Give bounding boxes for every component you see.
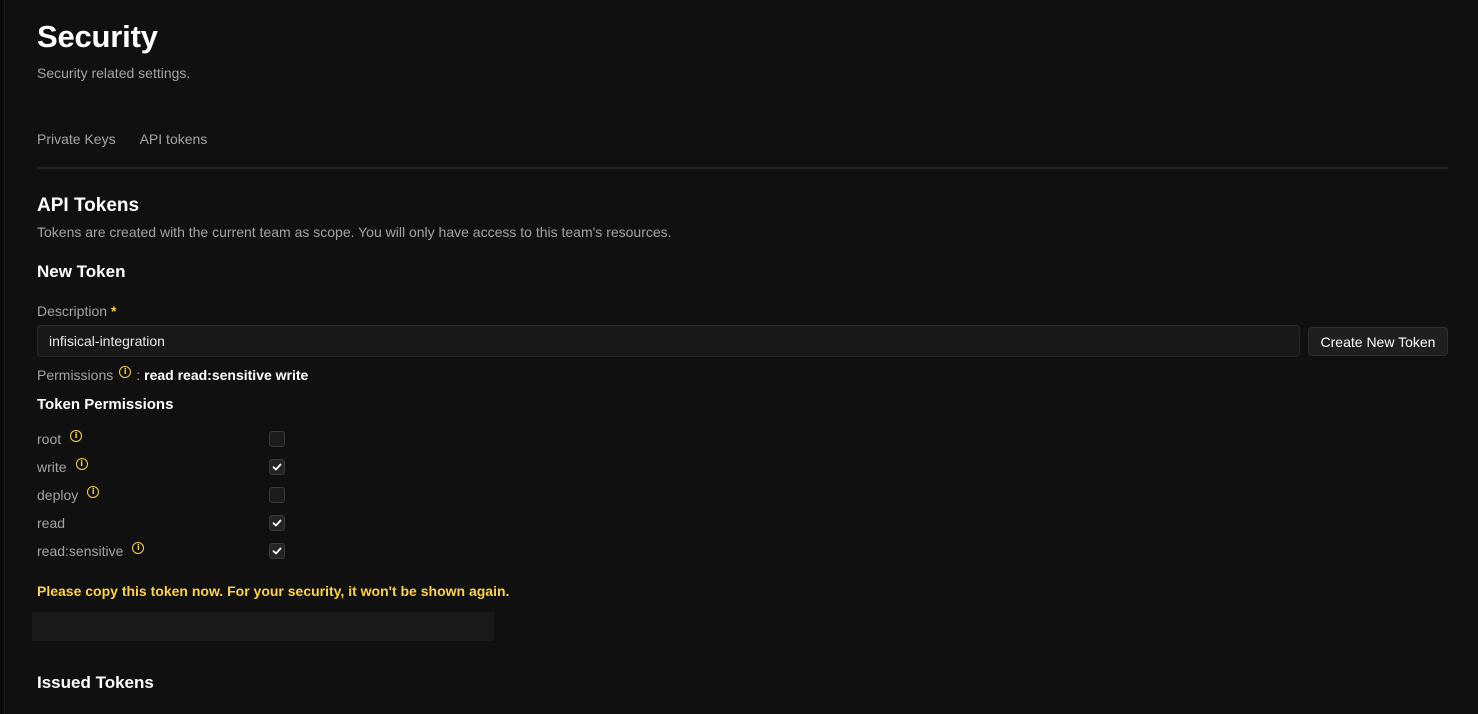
permission-row: root i: [37, 428, 297, 456]
copy-token-warning: Please copy this token now. For your sec…: [37, 583, 510, 599]
page-title: Security: [37, 19, 158, 54]
new-token-heading: New Token: [37, 262, 126, 281]
info-icon[interactable]: i: [132, 542, 145, 554]
permission-checkbox[interactable]: [269, 431, 285, 447]
permission-checkbox[interactable]: [269, 459, 285, 475]
permissions-info-icon[interactable]: i: [119, 366, 132, 378]
issued-tokens-heading: Issued Tokens: [37, 673, 154, 692]
permissions-label: Permissions: [37, 367, 114, 383]
permission-label: read:sensitive i: [37, 542, 145, 559]
left-panel-edge: [0, 0, 5, 714]
token-permissions-heading: Token Permissions: [37, 396, 174, 413]
tab-api-tokens[interactable]: API tokens: [140, 131, 208, 147]
permission-row: write i: [37, 456, 297, 484]
permission-checkbox[interactable]: [269, 515, 285, 531]
tab-private-keys[interactable]: Private Keys: [37, 131, 116, 147]
create-new-token-button[interactable]: Create New Token: [1308, 327, 1448, 356]
permission-label: read: [37, 515, 65, 531]
checkmark-icon: [272, 463, 282, 471]
info-icon[interactable]: i: [70, 430, 83, 442]
permission-row: read: [37, 512, 297, 540]
token-permissions-list: root i write i deploy i read read:sensitive i: [37, 428, 297, 568]
permission-label: root i: [37, 430, 83, 447]
api-tokens-heading: API Tokens: [37, 195, 140, 216]
permissions-value: read read:sensitive write: [144, 367, 309, 383]
tabs-bar: Private Keys API tokens: [37, 131, 207, 147]
page-subtitle: Security related settings.: [37, 65, 191, 81]
permission-row: read:sensitive i: [37, 540, 297, 568]
permission-label-text: deploy: [37, 487, 79, 503]
permission-checkbox[interactable]: [269, 543, 285, 559]
permission-label-text: root: [37, 431, 62, 447]
permission-checkbox[interactable]: [269, 487, 285, 503]
description-input[interactable]: [37, 325, 1300, 357]
description-label: Description *: [37, 303, 116, 319]
permission-label: write i: [37, 458, 88, 475]
permissions-separator: :: [136, 367, 141, 383]
tabs-divider: [37, 167, 1448, 169]
permission-row: deploy i: [37, 484, 297, 512]
info-icon[interactable]: i: [75, 458, 88, 470]
token-value-box[interactable]: [32, 612, 494, 641]
api-tokens-description: Tokens are created with the current team…: [37, 224, 672, 240]
info-icon[interactable]: i: [87, 486, 100, 498]
required-marker: *: [111, 303, 117, 319]
description-label-text: Description: [37, 303, 108, 319]
checkmark-icon: [272, 519, 282, 527]
permission-label-text: write: [37, 459, 67, 475]
permission-label: deploy i: [37, 486, 100, 503]
permissions-summary: Permissions i : read read:sensitive writ…: [37, 366, 309, 383]
permission-label-text: read: [37, 515, 66, 531]
permission-label-text: read:sensitive: [37, 543, 124, 559]
checkmark-icon: [272, 547, 282, 555]
